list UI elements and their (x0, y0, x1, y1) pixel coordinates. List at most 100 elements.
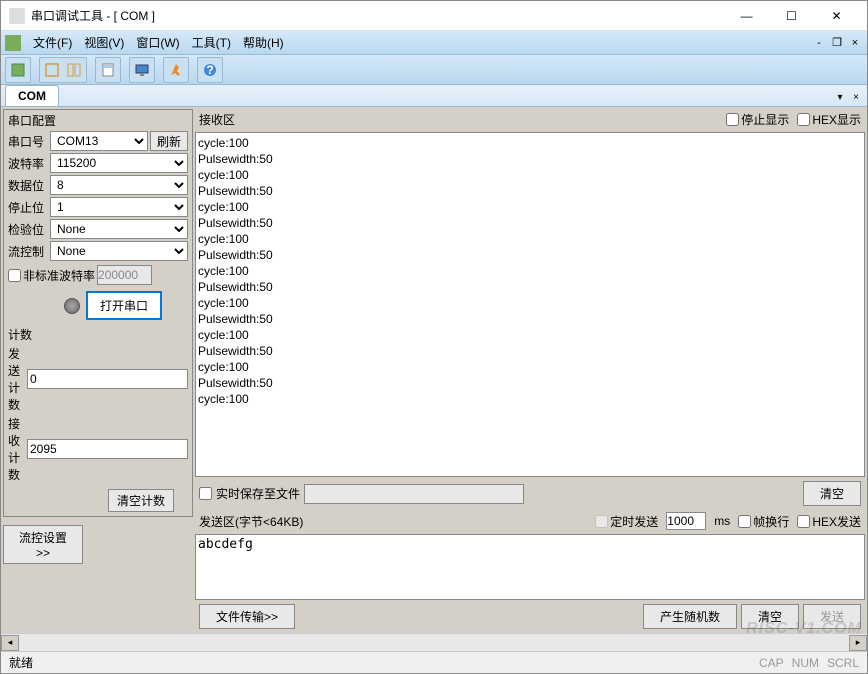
save-file-label: 实时保存至文件 (216, 485, 300, 502)
status-num: NUM (792, 656, 819, 670)
nonstd-baud-label: 非标准波特率 (23, 267, 95, 284)
serial-config-legend: 串口配置 (8, 112, 188, 129)
tx-textarea[interactable] (195, 534, 865, 600)
rx-clear-button[interactable]: 清空 (803, 481, 861, 506)
toolbar-new-icon[interactable] (7, 59, 29, 81)
mdi-close-button[interactable]: × (847, 36, 863, 50)
send-button[interactable]: 发送 (803, 604, 861, 629)
toolbar-pin-icon[interactable] (165, 59, 187, 81)
tab-com[interactable]: COM (5, 85, 59, 106)
connection-led-icon (64, 298, 80, 314)
frame-wrap-checkbox[interactable] (738, 515, 751, 528)
refresh-button[interactable]: 刷新 (150, 131, 188, 151)
rx-line: Pulsewidth:50 (198, 343, 862, 359)
toolbar-layout2-icon[interactable] (63, 59, 85, 81)
save-file-row: 实时保存至文件 清空 (195, 479, 865, 508)
rx-title: 接收区 (199, 111, 235, 128)
status-cap: CAP (759, 656, 784, 670)
rx-line: Pulsewidth:50 (198, 375, 862, 391)
menu-help[interactable]: 帮助(H) (237, 32, 290, 53)
toolbar-help-icon[interactable]: ? (199, 59, 221, 81)
hex-send-option[interactable]: HEX发送 (797, 513, 861, 530)
timed-send-option[interactable]: 定时发送 (595, 513, 658, 530)
baud-label: 波特率 (8, 155, 48, 172)
mdi-restore-button[interactable]: ❐ (829, 36, 845, 50)
menu-app-icon (5, 35, 21, 51)
save-file-path-input[interactable] (304, 484, 524, 504)
tx-clear-button[interactable]: 清空 (741, 604, 799, 629)
frame-wrap-option[interactable]: 帧换行 (738, 513, 789, 530)
tx-title: 发送区(字节<64KB) (199, 513, 303, 530)
hex-send-checkbox[interactable] (797, 515, 810, 528)
rx-header: 接收区 停止显示 HEX显示 (195, 109, 865, 130)
timed-send-interval-input[interactable] (666, 512, 706, 530)
rx-line: cycle:100 (198, 263, 862, 279)
menu-window[interactable]: 窗口(W) (130, 32, 185, 53)
stopbits-select[interactable]: 1 (50, 197, 188, 217)
rx-line: Pulsewidth:50 (198, 247, 862, 263)
toolbar-calc-icon[interactable] (97, 59, 119, 81)
svg-text:?: ? (206, 63, 213, 77)
random-button[interactable]: 产生随机数 (643, 604, 737, 629)
toolbar-layout1-icon[interactable] (41, 59, 63, 81)
menu-tools[interactable]: 工具(T) (186, 32, 237, 53)
tx-header: 发送区(字节<64KB) 定时发送 ms 帧换行 HEX发送 (195, 510, 865, 532)
window-controls: — ☐ ✕ (724, 2, 859, 30)
flow-settings-button[interactable]: 流控设置>> (3, 525, 83, 564)
rx-line: cycle:100 (198, 327, 862, 343)
scroll-track[interactable] (19, 635, 849, 651)
rx-line: cycle:100 (198, 391, 862, 407)
counters-legend: 计数 (8, 326, 188, 343)
right-panel: 接收区 停止显示 HEX显示 cycle:100Pulsewidth:50cyc… (195, 109, 865, 631)
mdi-minimize-button[interactable]: - (811, 36, 827, 50)
rx-line: cycle:100 (198, 295, 862, 311)
menu-file[interactable]: 文件(F) (27, 32, 78, 53)
toolbar-monitor-icon[interactable] (131, 59, 153, 81)
nonstd-baud-input[interactable] (97, 265, 152, 285)
hex-display-checkbox[interactable] (797, 113, 810, 126)
send-count-value (27, 369, 188, 389)
toolbar: ? (1, 55, 867, 85)
menu-view[interactable]: 视图(V) (78, 32, 130, 53)
stopbits-label: 停止位 (8, 199, 48, 216)
scroll-left-icon[interactable]: ◂ (1, 635, 19, 651)
baud-select[interactable]: 115200 (50, 153, 188, 173)
maximize-button[interactable]: ☐ (769, 2, 814, 30)
rx-line: cycle:100 (198, 231, 862, 247)
scroll-right-icon[interactable]: ▸ (849, 635, 867, 651)
databits-select[interactable]: 8 (50, 175, 188, 195)
app-icon (9, 8, 25, 24)
port-select[interactable]: COM13 (50, 131, 148, 151)
serial-config-group: 串口配置 串口号 COM13 刷新 波特率 115200 数据位 8 停止位 1… (3, 109, 193, 517)
file-transfer-button[interactable]: 文件传输>> (199, 604, 295, 629)
open-port-button[interactable]: 打开串口 (86, 291, 162, 320)
left-panel: 串口配置 串口号 COM13 刷新 波特率 115200 数据位 8 停止位 1… (3, 109, 193, 631)
horizontal-scrollbar[interactable]: ◂ ▸ (1, 633, 867, 651)
timed-send-checkbox[interactable] (595, 515, 608, 528)
parity-label: 检验位 (8, 221, 48, 238)
tab-dropdown-icon[interactable]: ▾ (833, 90, 847, 104)
rx-line: cycle:100 (198, 199, 862, 215)
content-area: 串口配置 串口号 COM13 刷新 波特率 115200 数据位 8 停止位 1… (1, 107, 867, 633)
tab-strip: COM ▾ × (1, 85, 867, 107)
nonstd-baud-checkbox[interactable] (8, 269, 21, 282)
tab-close-icon[interactable]: × (849, 90, 863, 104)
rx-line: Pulsewidth:50 (198, 311, 862, 327)
stop-display-checkbox[interactable] (726, 113, 739, 126)
hex-display-option[interactable]: HEX显示 (797, 111, 861, 128)
parity-select[interactable]: None (50, 219, 188, 239)
stop-display-option[interactable]: 停止显示 (726, 111, 789, 128)
rx-line: cycle:100 (198, 167, 862, 183)
rx-line: Pulsewidth:50 (198, 151, 862, 167)
close-button[interactable]: ✕ (814, 2, 859, 30)
rx-line: cycle:100 (198, 135, 862, 151)
port-label: 串口号 (8, 133, 48, 150)
save-file-checkbox[interactable] (199, 487, 212, 500)
clear-count-button[interactable]: 清空计数 (108, 489, 174, 512)
titlebar: 串口调试工具 - [ COM ] — ☐ ✕ (1, 1, 867, 31)
minimize-button[interactable]: — (724, 2, 769, 30)
rx-line: Pulsewidth:50 (198, 183, 862, 199)
flowctrl-select[interactable]: None (50, 241, 188, 261)
rx-textarea[interactable]: cycle:100Pulsewidth:50cycle:100Pulsewidt… (195, 132, 865, 477)
status-ready: 就绪 (9, 654, 33, 671)
